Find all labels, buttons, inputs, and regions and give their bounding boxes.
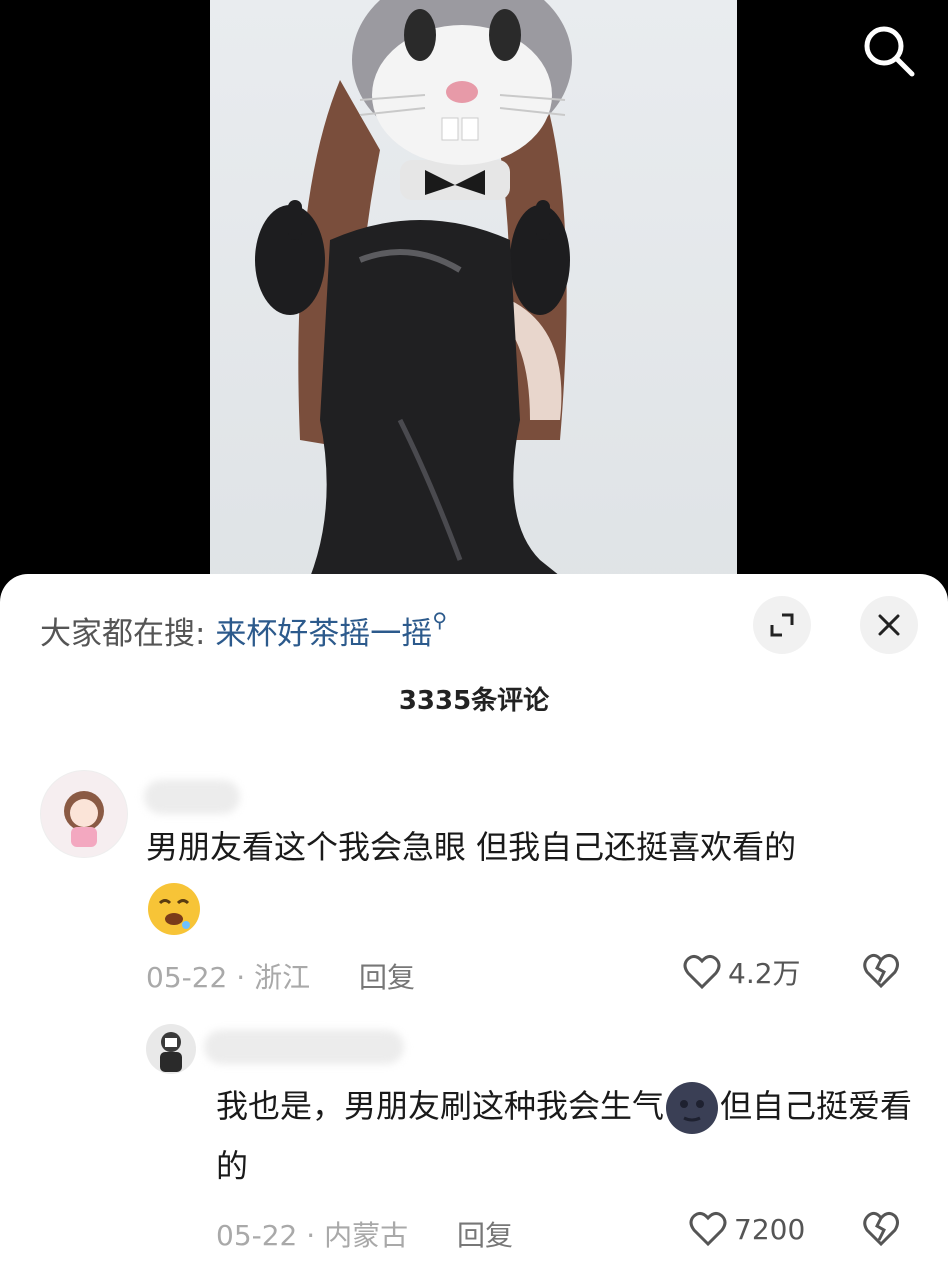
hot-search-bar[interactable]: 大家都在搜: 来杯好茶摇一摇⚲ bbox=[40, 608, 447, 653]
reply-button[interactable]: 回复 bbox=[359, 961, 415, 994]
meta-separator: · bbox=[306, 1219, 325, 1252]
avatar[interactable] bbox=[40, 770, 128, 858]
comment-date: 05-22 bbox=[146, 961, 228, 994]
broken-heart-icon bbox=[863, 953, 899, 989]
video-thumbnail bbox=[255, 0, 590, 600]
comment-count: 3335条评论 bbox=[398, 686, 550, 716]
reply-like-count: 7200 bbox=[734, 1212, 806, 1246]
reply-dislike-button[interactable] bbox=[862, 1210, 900, 1252]
avatar-image bbox=[64, 791, 104, 847]
heart-icon bbox=[683, 954, 721, 990]
username-blurred[interactable] bbox=[144, 780, 240, 814]
reply-meta: 05-22 · 内蒙古 回复 bbox=[216, 1214, 513, 1254]
hot-search-label: 大家都在搜: bbox=[40, 616, 206, 652]
close-icon bbox=[878, 614, 900, 636]
video-frame bbox=[210, 0, 737, 600]
reply-avatar[interactable] bbox=[146, 1024, 196, 1074]
comment-text: 男朋友看这个我会急眼 但我自己还挺喜欢看的 bbox=[146, 817, 906, 937]
reply-date: 05-22 bbox=[216, 1219, 298, 1252]
hot-search-term[interactable]: 来杯好茶摇一摇 bbox=[215, 616, 432, 652]
reply-button[interactable]: 回复 bbox=[457, 1219, 513, 1252]
search-icon bbox=[864, 26, 915, 77]
reply-text: 我也是，男朋友刷这种我会生气 但自己挺爱看的 bbox=[216, 1076, 916, 1196]
small-search-icon: ⚲ bbox=[432, 608, 447, 632]
dark-moon-face-emoji bbox=[666, 1082, 719, 1134]
reply-username-blurred[interactable] bbox=[204, 1030, 404, 1064]
expand-icon bbox=[770, 613, 794, 637]
comment-sheet: 大家都在搜: 来杯好茶摇一摇⚲ 3335条评论 男朋友看这个我会急眼 但我自己还… bbox=[0, 574, 948, 1280]
reply-avatar-image bbox=[160, 1032, 182, 1072]
reply-like-button[interactable]: 7200 bbox=[688, 1210, 805, 1248]
close-button[interactable] bbox=[860, 596, 918, 654]
video-player[interactable] bbox=[0, 0, 948, 600]
drooling-face-emoji bbox=[148, 883, 200, 935]
comment-text-content: 男朋友看这个我会急眼 但我自己还挺喜欢看的 bbox=[146, 828, 797, 866]
heart-icon bbox=[689, 1211, 727, 1247]
comment-location: 浙江 bbox=[254, 961, 311, 994]
meta-separator: · bbox=[236, 961, 255, 994]
reply-location: 内蒙古 bbox=[324, 1219, 409, 1252]
comment-meta: 05-22 · 浙江 回复 bbox=[146, 956, 415, 996]
search-button[interactable] bbox=[858, 20, 918, 80]
like-count: 4.2万 bbox=[728, 957, 801, 990]
like-button[interactable]: 4.2万 bbox=[682, 952, 801, 992]
broken-heart-icon bbox=[863, 1211, 899, 1247]
dislike-button[interactable] bbox=[862, 952, 900, 994]
reply-text-part1: 我也是，男朋友刷这种我会生气 bbox=[216, 1087, 665, 1125]
expand-button[interactable] bbox=[753, 596, 811, 654]
